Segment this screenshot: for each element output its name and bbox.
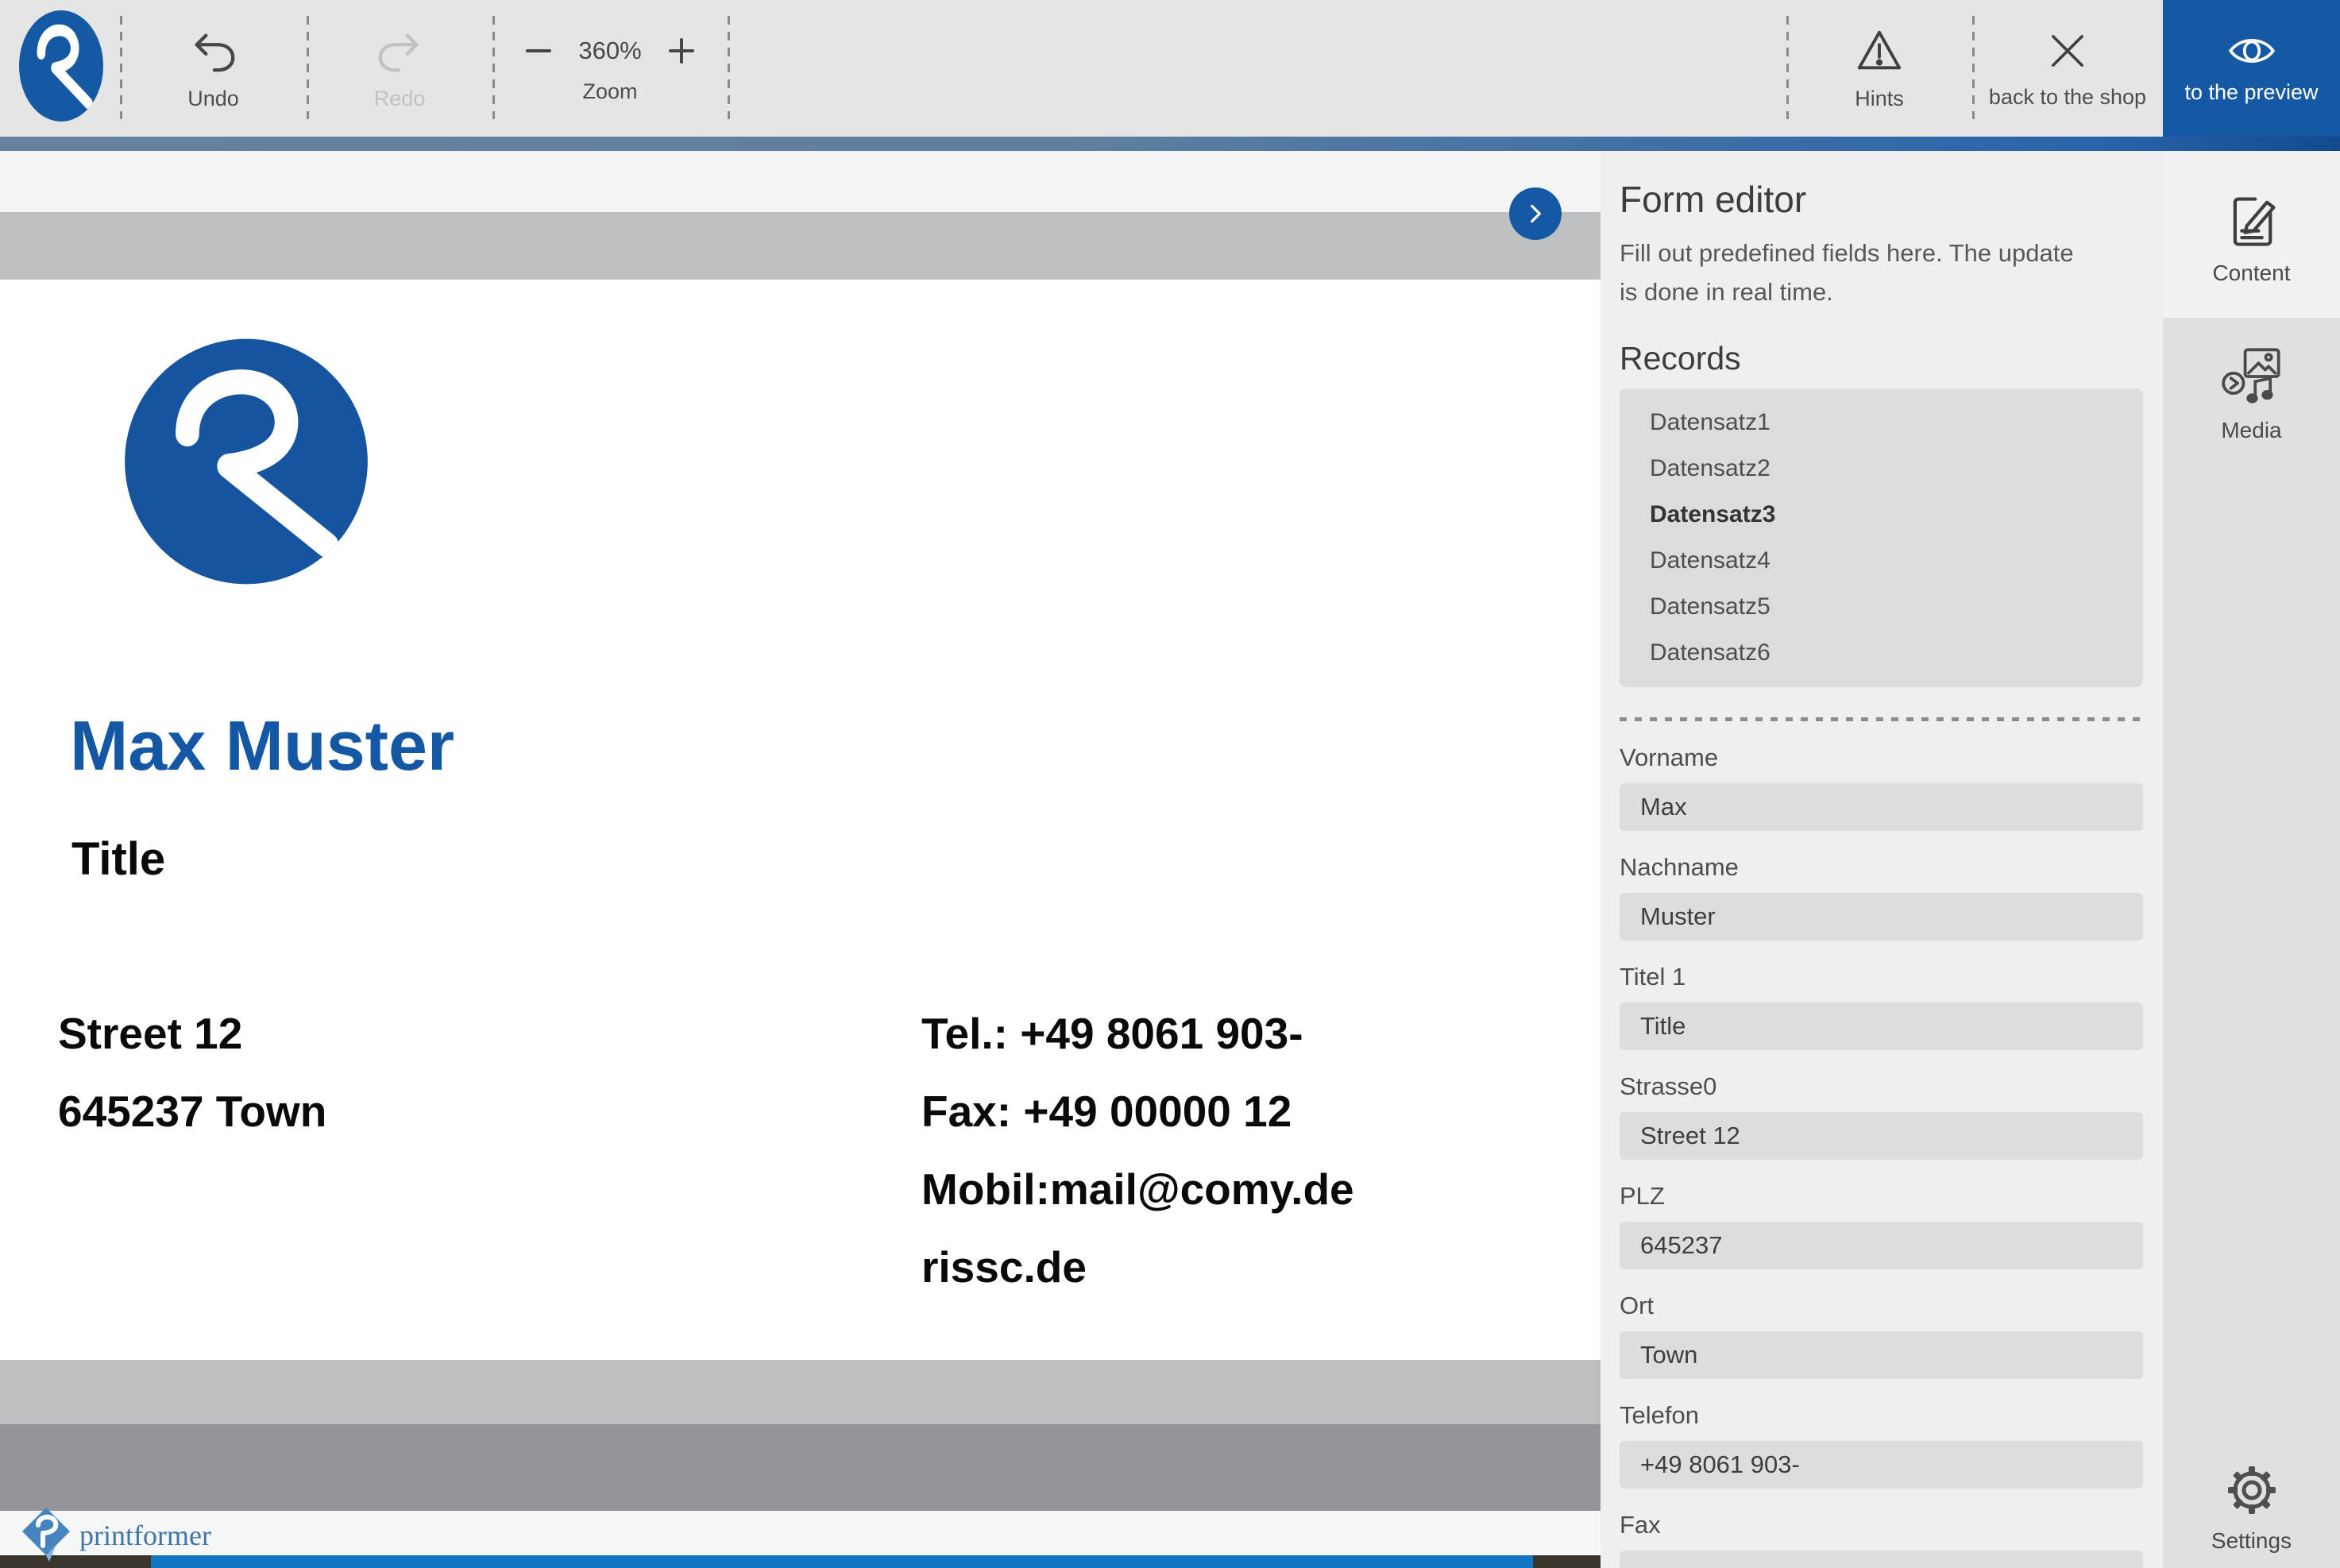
redo-label: Redo bbox=[373, 86, 426, 110]
field-input-fax[interactable] bbox=[1620, 1551, 2143, 1568]
redo-icon bbox=[375, 26, 424, 75]
card-contact-line: Tel.: +49 8061 903- bbox=[921, 1009, 1303, 1058]
record-item[interactable]: Datensatz5 bbox=[1620, 584, 2143, 630]
warning-triangle-icon bbox=[1855, 26, 1904, 75]
undo-label: Undo bbox=[187, 86, 239, 110]
zoom-label: Zoom bbox=[582, 79, 638, 103]
record-item[interactable]: Datensatz1 bbox=[1620, 400, 2143, 446]
hints-button[interactable]: Hints bbox=[1786, 0, 1972, 137]
card-title-text: Title bbox=[71, 833, 166, 885]
field-label: Vorname bbox=[1620, 743, 1719, 771]
collapse-panel-button[interactable] bbox=[1509, 187, 1562, 240]
settings-button[interactable]: Settings bbox=[2163, 1462, 2340, 1554]
dashed-separator bbox=[1620, 717, 2143, 721]
card-company-logo-icon bbox=[122, 338, 370, 585]
form-field-group: Nachname bbox=[1620, 853, 2143, 940]
toolbar: Undo Redo 360% Zoom Hints back to the sh… bbox=[0, 0, 2340, 137]
field-input-strasse0[interactable] bbox=[1620, 1112, 2143, 1160]
footer-brand-strip bbox=[0, 1511, 1601, 1555]
record-item[interactable]: Datensatz6 bbox=[1620, 630, 2143, 676]
bottom-strip-dark-right bbox=[1533, 1555, 1601, 1568]
card-address-line: 645237 Town bbox=[58, 1087, 327, 1136]
tab-media[interactable]: Media bbox=[2163, 318, 2340, 443]
card-contact-block: Tel.: +49 8061 903- Fax: +49 00000 12 Mo… bbox=[921, 994, 1354, 1306]
zoom-value: 360% bbox=[578, 36, 642, 64]
field-label: Strasse0 bbox=[1620, 1072, 1717, 1100]
sidebar-rail: Content Media Settings bbox=[2163, 151, 2340, 1568]
to-preview-button[interactable]: to the preview bbox=[2163, 0, 2340, 137]
printformer-logo-icon bbox=[17, 1504, 75, 1562]
toolbar-separator bbox=[728, 16, 730, 119]
field-label: Ort bbox=[1620, 1292, 1655, 1319]
form-field-group: Titel 1 bbox=[1620, 963, 2143, 1050]
form-field-group: Fax bbox=[1620, 1511, 2143, 1568]
form-field-group: Strasse0 bbox=[1620, 1072, 2143, 1160]
undo-icon bbox=[189, 26, 238, 75]
accent-bar bbox=[0, 137, 2340, 151]
tab-content[interactable]: Content bbox=[2163, 151, 2340, 318]
bottom-strip-blue bbox=[151, 1555, 1533, 1568]
design-canvas: Max Muster Title Street 12 645237 Town T… bbox=[0, 151, 1601, 1568]
field-label: Fax bbox=[1620, 1511, 1661, 1539]
canvas-gray-band-top bbox=[0, 212, 1601, 280]
panel-description: Fill out predefined fields here. The upd… bbox=[1620, 239, 2074, 306]
canvas-gray-band-bottom-light bbox=[0, 1360, 1601, 1424]
record-item[interactable]: Datensatz2 bbox=[1620, 446, 2143, 492]
app-logo-icon bbox=[19, 10, 103, 122]
field-input-vorname[interactable] bbox=[1620, 783, 2143, 831]
zoom-out-button[interactable] bbox=[521, 33, 556, 68]
card-name-text: Max Muster bbox=[70, 706, 455, 785]
tab-media-label: Media bbox=[2221, 418, 2282, 442]
redo-button[interactable]: Redo bbox=[307, 0, 492, 137]
settings-label: Settings bbox=[2211, 1528, 2292, 1553]
card-contact-line: Fax: +49 00000 12 bbox=[921, 1087, 1292, 1136]
media-icon bbox=[2220, 345, 2284, 408]
content-icon bbox=[2222, 191, 2282, 251]
undo-button[interactable]: Undo bbox=[120, 0, 307, 137]
card-address-block: Street 12 645237 Town bbox=[58, 994, 326, 1150]
close-icon bbox=[2045, 28, 2091, 74]
form-field-group: Telefon bbox=[1620, 1401, 2143, 1489]
records-list: Datensatz1 Datensatz2 Datensatz3 Datensatz4… bbox=[1620, 388, 2143, 687]
field-input-ort[interactable] bbox=[1620, 1331, 2143, 1379]
field-input-plz[interactable] bbox=[1620, 1222, 2143, 1269]
tab-content-label: Content bbox=[2212, 261, 2291, 285]
card-contact-line: Mobil:mail@comy.de bbox=[921, 1164, 1354, 1214]
form-fields: Vorname Nachname Titel 1 Strasse0 PLZ Ort Tele… bbox=[1620, 743, 2143, 1568]
field-label: Nachname bbox=[1620, 853, 1739, 881]
chevron-right-icon bbox=[1522, 200, 1549, 227]
record-item[interactable]: Datensatz3 bbox=[1620, 492, 2143, 538]
back-to-shop-button[interactable]: back to the shop bbox=[1972, 0, 2163, 137]
back-to-shop-label: back to the shop bbox=[1988, 84, 2147, 109]
gear-icon bbox=[2223, 1462, 2280, 1519]
field-label: Titel 1 bbox=[1620, 963, 1686, 991]
to-preview-label: to the preview bbox=[2184, 79, 2319, 104]
field-input-nachname[interactable] bbox=[1620, 893, 2143, 940]
form-field-group: Vorname bbox=[1620, 743, 2143, 831]
canvas-gray-band-bottom-dark bbox=[0, 1424, 1601, 1511]
record-item[interactable]: Datensatz4 bbox=[1620, 538, 2143, 584]
zoom-controls: 360% Zoom bbox=[492, 0, 728, 137]
form-editor-panel: Form editor Fill out predefined fields h… bbox=[1601, 151, 2163, 1568]
form-field-group: PLZ bbox=[1620, 1182, 2143, 1269]
printformer-wordmark: printformer bbox=[79, 1520, 211, 1551]
card-address-line: Street 12 bbox=[58, 1009, 243, 1058]
eye-icon bbox=[2226, 33, 2278, 69]
form-field-group: Ort bbox=[1620, 1292, 2143, 1379]
field-input-titel-1[interactable] bbox=[1620, 1002, 2143, 1050]
panel-title: Form editor bbox=[1620, 179, 1807, 220]
bottom-progress-strip bbox=[0, 1555, 1601, 1568]
hints-label: Hints bbox=[1855, 86, 1904, 110]
field-label: PLZ bbox=[1620, 1182, 1665, 1210]
zoom-in-button[interactable] bbox=[664, 33, 699, 68]
records-heading: Records bbox=[1620, 340, 1741, 377]
card-contact-line: rissc.de bbox=[921, 1242, 1087, 1292]
field-label: Telefon bbox=[1620, 1401, 1699, 1429]
field-input-telefon[interactable] bbox=[1620, 1441, 2143, 1489]
